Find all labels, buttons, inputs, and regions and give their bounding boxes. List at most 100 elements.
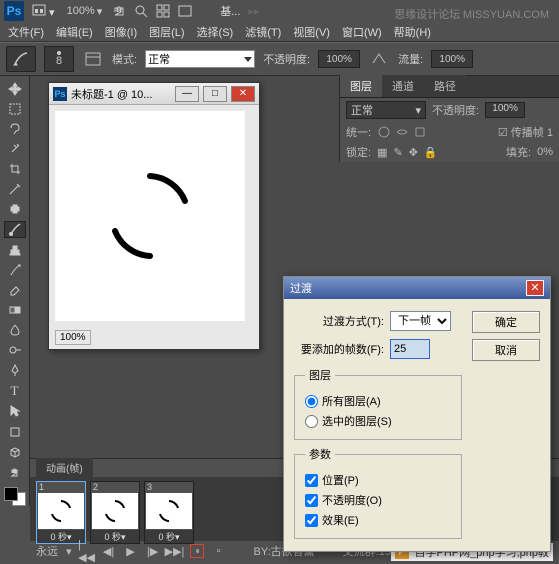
- move-tool[interactable]: [4, 80, 26, 97]
- mode-select[interactable]: 正常: [145, 50, 255, 68]
- tab-layers[interactable]: 图层: [340, 75, 382, 97]
- first-frame-button[interactable]: |◀◀: [80, 544, 94, 558]
- fill-label: 填充:: [506, 144, 531, 160]
- maximize-button[interactable]: □: [203, 86, 227, 102]
- play-button[interactable]: ▶: [124, 544, 138, 558]
- radio-all-layers[interactable]: [305, 395, 318, 408]
- bridge-icon[interactable]: ▾: [26, 2, 61, 21]
- shape-tool[interactable]: [4, 423, 26, 440]
- check-effects[interactable]: [305, 514, 318, 527]
- marquee-tool[interactable]: [4, 100, 26, 117]
- type-tool[interactable]: T: [4, 382, 26, 400]
- lock-position-icon[interactable]: ✥: [409, 146, 418, 159]
- menu-file[interactable]: 文件(F): [8, 24, 44, 40]
- propagate-label[interactable]: 传播帧 1: [511, 127, 553, 139]
- panel-opacity-input[interactable]: 100%: [485, 102, 525, 118]
- canvas[interactable]: [55, 111, 245, 321]
- minimize-button[interactable]: —: [175, 86, 199, 102]
- dialog-close-button[interactable]: ✕: [526, 280, 544, 296]
- cancel-button[interactable]: 取消: [472, 339, 540, 361]
- lock-all-icon[interactable]: 🔒: [424, 146, 438, 159]
- radio-selected-layers[interactable]: [305, 415, 318, 428]
- frames-label: 要添加的帧数(F):: [294, 341, 384, 357]
- pen-tool[interactable]: [4, 362, 26, 379]
- unify-style-icon[interactable]: [413, 125, 427, 139]
- hand-tool[interactable]: [4, 463, 26, 480]
- healing-tool[interactable]: [4, 201, 26, 218]
- frames-input[interactable]: [390, 339, 430, 359]
- tab-channels[interactable]: 通道: [382, 75, 424, 97]
- params-group-label: 参数: [305, 446, 335, 462]
- animation-frame[interactable]: 10 秒▾: [36, 481, 86, 544]
- tween-button[interactable]: [190, 544, 204, 558]
- hand-icon[interactable]: [112, 4, 126, 18]
- tablet-pressure-opacity-icon[interactable]: [368, 48, 390, 70]
- doc-zoom[interactable]: 100%: [55, 330, 91, 345]
- grid-icon[interactable]: [156, 4, 170, 18]
- history-brush-tool[interactable]: [4, 261, 26, 278]
- menu-layer[interactable]: 图层(L): [149, 24, 184, 40]
- app-icon: Ps: [4, 1, 24, 21]
- zoom-icon[interactable]: [134, 4, 148, 18]
- eraser-tool[interactable]: [4, 281, 26, 298]
- unify-visibility-icon[interactable]: [395, 125, 409, 139]
- animation-frame[interactable]: 30 秒▾: [144, 481, 194, 544]
- transition-label: 过渡方式(T):: [294, 313, 384, 329]
- animation-tab[interactable]: 动画(帧): [36, 458, 93, 477]
- prev-frame-button[interactable]: ◀|: [102, 544, 116, 558]
- tab-paths[interactable]: 路径: [424, 75, 466, 97]
- menu-window[interactable]: 窗口(W): [342, 24, 382, 40]
- dodge-tool[interactable]: [4, 342, 26, 359]
- flow-input[interactable]: 100%: [431, 50, 473, 68]
- 3d-tool[interactable]: [4, 443, 26, 460]
- lock-transparency-icon[interactable]: ▦: [377, 146, 387, 159]
- unify-position-icon[interactable]: [377, 125, 391, 139]
- last-frame-button[interactable]: ▶▶|: [168, 544, 182, 558]
- stamp-tool[interactable]: [4, 241, 26, 258]
- screen-mode-icon[interactable]: [178, 4, 192, 18]
- opacity-label: 不透明度:: [263, 51, 310, 67]
- brush-picker[interactable]: 8: [44, 46, 74, 72]
- doc-title: 未标题-1 @ 10...: [71, 86, 171, 102]
- loop-select[interactable]: 永远: [36, 543, 58, 559]
- lasso-tool[interactable]: [4, 120, 26, 137]
- transition-select[interactable]: 下一帧: [390, 311, 451, 331]
- next-frame-button[interactable]: |▶: [146, 544, 160, 558]
- fill-input[interactable]: 0%: [537, 146, 553, 158]
- workspace-label[interactable]: 基...: [214, 1, 246, 21]
- doc-icon: Ps: [53, 87, 67, 101]
- flow-label: 流量:: [398, 51, 423, 67]
- menu-help[interactable]: 帮助(H): [394, 24, 431, 40]
- panel-opacity-label: 不透明度:: [432, 102, 479, 118]
- animation-frame[interactable]: 20 秒▾: [90, 481, 140, 544]
- brush-tool[interactable]: [4, 221, 26, 238]
- wand-tool[interactable]: [4, 140, 26, 157]
- lock-pixels-icon[interactable]: ✎: [393, 146, 402, 159]
- unify-label: 统一:: [346, 124, 371, 140]
- blend-mode-select[interactable]: 正常▾: [346, 101, 426, 119]
- crop-tool[interactable]: [4, 161, 26, 178]
- menu-filter[interactable]: 滤镜(T): [245, 24, 281, 40]
- menu-image[interactable]: 图像(I): [105, 24, 137, 40]
- eyedropper-tool[interactable]: [4, 181, 26, 198]
- layers-panel: 图层 通道 路径 正常▾ 不透明度: 100% 统一: ☑ 传播帧 1 锁定:: [339, 76, 559, 162]
- check-position[interactable]: [305, 474, 318, 487]
- color-swatches[interactable]: [4, 487, 26, 506]
- blur-tool[interactable]: [4, 322, 26, 339]
- watermark: 思缘设计论坛 MISSYUAN.COM: [394, 6, 549, 22]
- gradient-tool[interactable]: [4, 301, 26, 318]
- close-button[interactable]: ✕: [231, 86, 255, 102]
- tool-preset-picker[interactable]: [6, 46, 36, 72]
- menu-view[interactable]: 视图(V): [293, 24, 330, 40]
- brush-panel-icon[interactable]: [82, 48, 104, 70]
- path-select-tool[interactable]: [4, 403, 26, 420]
- zoom-display[interactable]: 100%: [67, 5, 95, 17]
- dialog-title: 过渡: [290, 280, 312, 296]
- opacity-input[interactable]: 100%: [318, 50, 360, 68]
- check-opacity[interactable]: [305, 494, 318, 507]
- mode-label: 模式:: [112, 51, 137, 67]
- ok-button[interactable]: 确定: [472, 311, 540, 333]
- menu-edit[interactable]: 编辑(E): [56, 24, 93, 40]
- menu-select[interactable]: 选择(S): [197, 24, 234, 40]
- new-frame-button[interactable]: ▫: [212, 544, 226, 558]
